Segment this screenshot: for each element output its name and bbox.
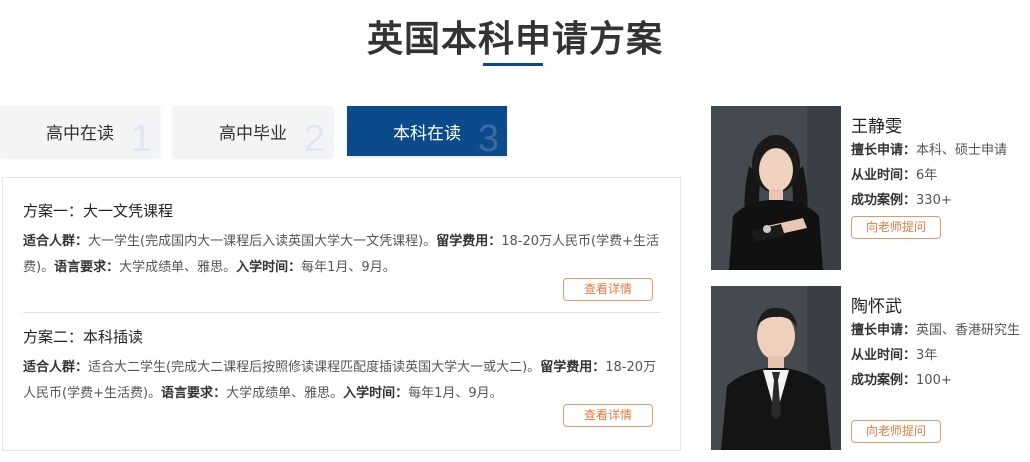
intake-label: 入学时间 [343,386,396,401]
plan-title: 方案二：本科插读 [23,328,144,346]
language-label: 语言要求 [161,386,214,401]
ask-teacher-button[interactable]: 向老师提问 [851,420,941,443]
tab-label: 高中在读 [46,124,114,144]
intake-value: 每年1月、9月。 [408,386,503,401]
audience-value: 大一学生(完成国内大一课程后入读英国大学大一文凭课程)。 [88,234,437,249]
tab-high-school-graduate[interactable]: 2 高中毕业 [173,106,333,156]
plans-panel: 方案一：大一文凭课程 适合人群：大一学生(完成国内大一课程后入读英国大学大一文凭… [2,177,681,451]
years-label: 从业时间 [851,168,904,183]
years-value: 3年 [916,348,938,363]
specialty-value: 本科、硕士申请 [916,143,1008,158]
fee-label: 留学费用 [540,360,593,375]
title-underline [483,63,543,66]
tab-label: 本科在读 [393,124,461,144]
view-details-button[interactable]: 查看详情 [563,404,653,427]
specialty-label: 擅长申请 [851,323,904,338]
specialty-label: 擅长申请 [851,143,904,158]
years-value: 6年 [916,168,938,183]
intake-label: 入学时间 [236,260,289,275]
page-title: 英国本科申请方案 [366,19,663,60]
view-details-button[interactable]: 查看详情 [563,278,653,301]
cases-label: 成功案例 [851,193,904,208]
cases-value: 330+ [916,193,952,208]
fee-label: 留学费用 [436,234,489,249]
audience-value: 适合大二学生(完成大二课程后按照修读课程匹配度插读英国大学大一或大二)。 [88,360,541,375]
audience-label: 适合人群 [23,360,76,375]
ask-teacher-button[interactable]: 向老师提问 [851,216,941,239]
teacher-info: 擅长申请：英国、香港研究生 从业时间：3年 成功案例：100+ [851,323,1021,388]
language-value: 大学成绩单、雅思。 [119,260,237,275]
plan-card: 方案二：本科插读 适合人群：适合大二学生(完成大二课程后按照修读课程匹配度插读英… [23,326,663,427]
cases-value: 100+ [916,373,952,388]
language-label: 语言要求 [54,260,107,275]
tab-undergraduate-current[interactable]: 3 本科在读 [347,106,507,156]
cases-label: 成功案例 [851,373,904,388]
plan-title: 方案一：大一文凭课程 [23,202,174,220]
teacher-name: 王静雯 [851,117,902,137]
years-label: 从业时间 [851,348,904,363]
plan-description: 适合人群：适合大二学生(完成大二课程后按照修读课程匹配度插读英国大学大一或大二)… [23,360,656,401]
teacher-photo [711,286,841,450]
teacher-photo [711,106,841,270]
audience-label: 适合人群 [23,234,76,249]
teacher-portrait-male [711,286,841,450]
divider [23,312,661,313]
tab-high-school-current[interactable]: 1 高中在读 [0,106,160,156]
teacher-info: 擅长申请：本科、硕士申请 从业时间：6年 成功案例：330+ [851,143,1008,208]
teacher-portrait-female [711,106,841,270]
plan-card: 方案一：大一文凭课程 适合人群：大一学生(完成国内大一课程后入读英国大学大一文凭… [23,200,663,301]
teacher-name: 陶怀武 [851,297,902,317]
tab-label: 高中毕业 [219,124,287,144]
intake-value: 每年1月、9月。 [301,260,396,275]
plan-description: 适合人群：大一学生(完成国内大一课程后入读英国大学大一文凭课程)。留学费用：18… [23,234,659,275]
specialty-value: 英国、香港研究生 [916,323,1021,338]
language-value: 大学成绩单、雅思。 [226,386,344,401]
